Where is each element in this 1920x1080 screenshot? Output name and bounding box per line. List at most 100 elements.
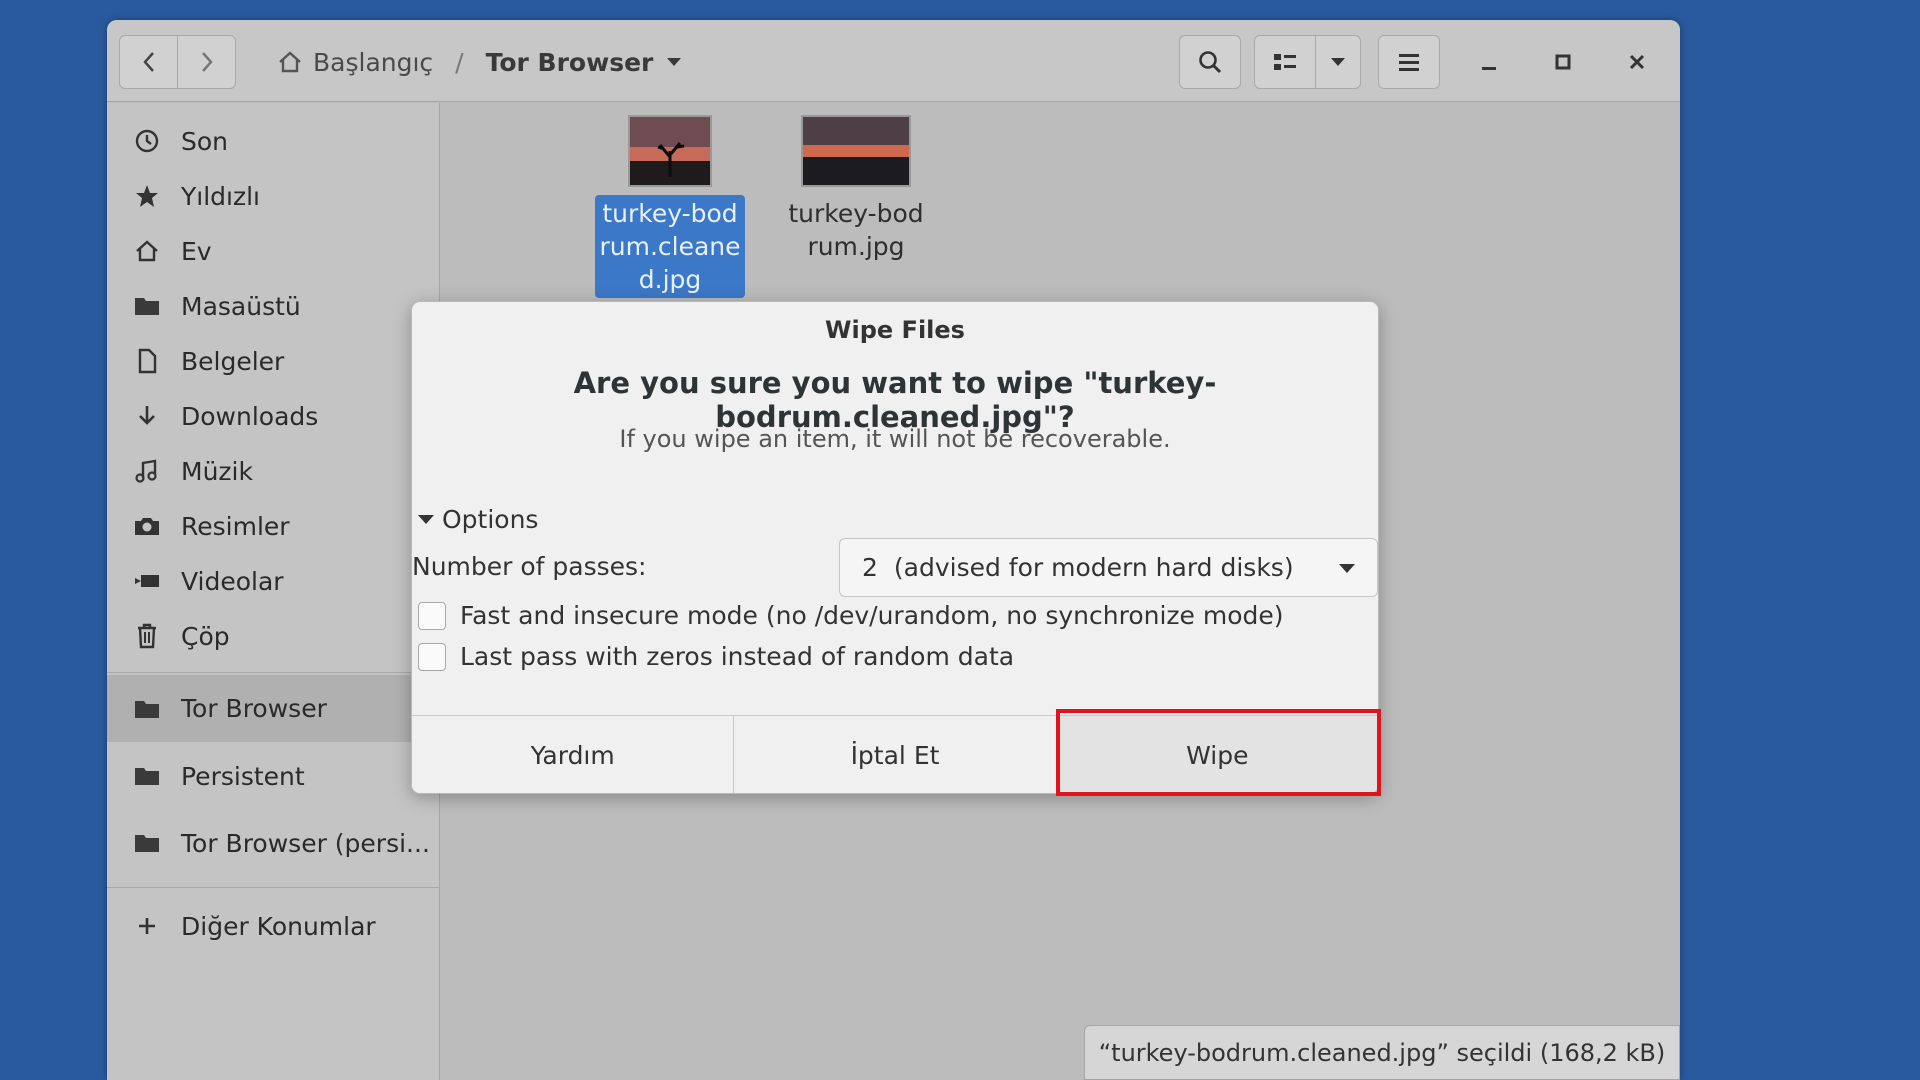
sidebar-item-cop[interactable]: Çöp bbox=[107, 606, 439, 666]
file-name: turkey-bodrum.jpg bbox=[788, 199, 924, 261]
fast-mode-option[interactable]: Fast and insecure mode (no /dev/urandom,… bbox=[418, 601, 1284, 630]
star-icon bbox=[131, 183, 163, 209]
zeros-label: Last pass with zeros instead of random d… bbox=[460, 642, 1015, 671]
header-bar: Başlangıç / Tor Browser bbox=[107, 20, 1680, 102]
camera-icon bbox=[131, 514, 163, 538]
hamburger-menu-icon bbox=[1399, 54, 1419, 71]
search-button[interactable] bbox=[1179, 35, 1241, 89]
breadcrumb-home-label: Başlangıç bbox=[313, 47, 434, 77]
status-text: “turkey-bodrum.cleaned.jpg” seçildi (168… bbox=[1098, 1038, 1666, 1067]
options-expander[interactable]: Options bbox=[418, 505, 538, 534]
help-button[interactable]: Yardım bbox=[412, 716, 735, 793]
sidebar-item-videolar[interactable]: Videolar bbox=[107, 551, 439, 611]
minimize-icon bbox=[1482, 67, 1496, 70]
maximize-button[interactable] bbox=[1541, 42, 1585, 82]
breadcrumb-current[interactable]: Tor Browser bbox=[486, 48, 682, 77]
zeros-option[interactable]: Last pass with zeros instead of random d… bbox=[418, 642, 1014, 671]
trash-icon bbox=[131, 623, 163, 649]
back-button[interactable] bbox=[119, 35, 178, 89]
close-icon bbox=[1629, 54, 1645, 70]
search-icon bbox=[1199, 51, 1222, 74]
sidebar-item-masaustu[interactable]: Masaüstü bbox=[107, 276, 439, 336]
file-item[interactable]: turkey-bodrum.cleaned.jpg bbox=[595, 115, 745, 298]
zeros-checkbox[interactable] bbox=[418, 642, 446, 671]
sidebar-item-other-locations[interactable]: Diğer Konumlar bbox=[107, 896, 439, 956]
video-icon bbox=[131, 570, 163, 592]
sidebar-item-label: Müzik bbox=[181, 456, 253, 486]
folder-icon bbox=[131, 764, 163, 788]
maximize-icon bbox=[1555, 54, 1571, 70]
sidebar-item-label: Videolar bbox=[181, 566, 284, 596]
dialog-question: Are you sure you want to wipe "turkey-bo… bbox=[573, 366, 1217, 434]
sidebar-item-label: Masaüstü bbox=[181, 291, 301, 321]
sidebar-item-label: Tor Browser bbox=[181, 694, 327, 723]
sidebar-item-label: Son bbox=[181, 126, 229, 156]
sidebar: Son Yıldızlı Ev Masaüstü Belgeler Downlo… bbox=[107, 103, 440, 1080]
sidebar-item-yildizli[interactable]: Yıldızlı bbox=[107, 166, 439, 226]
sidebar-item-persistent[interactable]: Persistent bbox=[107, 746, 439, 806]
fast-mode-checkbox[interactable] bbox=[418, 601, 446, 630]
main-menu-button[interactable] bbox=[1378, 35, 1440, 89]
document-icon bbox=[131, 348, 163, 374]
sidebar-divider bbox=[107, 887, 439, 888]
clock-icon bbox=[131, 128, 163, 154]
home-icon bbox=[279, 51, 301, 73]
sidebar-item-son[interactable]: Son bbox=[107, 111, 439, 171]
list-view-icon bbox=[1274, 54, 1296, 70]
breadcrumb: Başlangıç / Tor Browser bbox=[277, 35, 682, 89]
download-icon bbox=[131, 403, 163, 429]
wipe-files-dialog: Wipe Files Are you sure you want to wipe… bbox=[411, 301, 1379, 794]
options-label: Options bbox=[442, 505, 539, 534]
chevron-down-icon bbox=[667, 58, 682, 66]
dialog-title: Wipe Files bbox=[825, 316, 965, 344]
dialog-subtitle: If you wipe an item, it will not be reco… bbox=[619, 425, 1171, 453]
breadcrumb-separator: / bbox=[455, 47, 464, 77]
breadcrumb-current-label: Tor Browser bbox=[485, 47, 654, 77]
cancel-button[interactable]: İptal Et bbox=[734, 716, 1057, 793]
passes-value: 2 bbox=[862, 553, 878, 582]
forward-button[interactable] bbox=[177, 35, 236, 89]
plus-icon bbox=[131, 915, 163, 937]
chevron-right-icon bbox=[201, 52, 213, 72]
sidebar-item-label: Çöp bbox=[181, 621, 230, 651]
close-button[interactable] bbox=[1615, 42, 1659, 82]
minimize-button[interactable] bbox=[1467, 42, 1511, 82]
sidebar-item-belgeler[interactable]: Belgeler bbox=[107, 331, 439, 391]
sidebar-item-tor-browser[interactable]: Tor Browser bbox=[107, 675, 439, 742]
file-name: turkey-bodrum.cleaned.jpg bbox=[595, 195, 745, 298]
passes-label: Number of passes: bbox=[412, 552, 647, 581]
sidebar-item-tor-browser-persistent[interactable]: Tor Browser (persi... bbox=[107, 813, 439, 873]
file-item[interactable]: turkey-bodrum.jpg bbox=[781, 115, 931, 265]
sidebar-item-ev[interactable]: Ev bbox=[107, 221, 439, 281]
chevron-down-icon bbox=[1331, 58, 1345, 66]
sidebar-item-label: Yıldızlı bbox=[181, 181, 260, 211]
music-icon bbox=[131, 458, 163, 484]
breadcrumb-home[interactable]: Başlangıç bbox=[277, 48, 433, 77]
sidebar-item-label: Persistent bbox=[181, 761, 305, 791]
passes-dropdown[interactable]: 2 (advised for modern hard disks) bbox=[839, 538, 1378, 597]
folder-icon bbox=[131, 831, 163, 855]
sidebar-divider bbox=[107, 672, 439, 673]
view-options-button[interactable] bbox=[1315, 35, 1361, 89]
wipe-button[interactable]: Wipe bbox=[1056, 716, 1378, 793]
chevron-down-icon bbox=[1339, 564, 1355, 573]
chevron-left-icon bbox=[142, 52, 154, 72]
sidebar-item-label: Downloads bbox=[181, 401, 319, 431]
sidebar-item-label: Tor Browser (persi... bbox=[181, 828, 430, 858]
file-thumbnail bbox=[628, 115, 712, 187]
folder-icon bbox=[131, 294, 163, 318]
sidebar-item-muzik[interactable]: Müzik bbox=[107, 441, 439, 501]
sidebar-item-label: Ev bbox=[181, 236, 212, 266]
file-thumbnail bbox=[801, 115, 911, 187]
passes-description: (advised for modern hard disks) bbox=[893, 553, 1294, 582]
status-bar: “turkey-bodrum.cleaned.jpg” seçildi (168… bbox=[1084, 1025, 1680, 1080]
expander-arrow-icon bbox=[418, 515, 434, 524]
home-icon bbox=[131, 239, 163, 263]
view-toggle-button[interactable] bbox=[1254, 35, 1316, 89]
folder-icon bbox=[131, 697, 163, 721]
sidebar-item-downloads[interactable]: Downloads bbox=[107, 386, 439, 446]
fast-mode-label: Fast and insecure mode (no /dev/urandom,… bbox=[460, 601, 1284, 630]
sidebar-item-label: Resimler bbox=[181, 511, 290, 541]
sidebar-item-resimler[interactable]: Resimler bbox=[107, 496, 439, 556]
sidebar-item-label: Belgeler bbox=[181, 346, 285, 376]
